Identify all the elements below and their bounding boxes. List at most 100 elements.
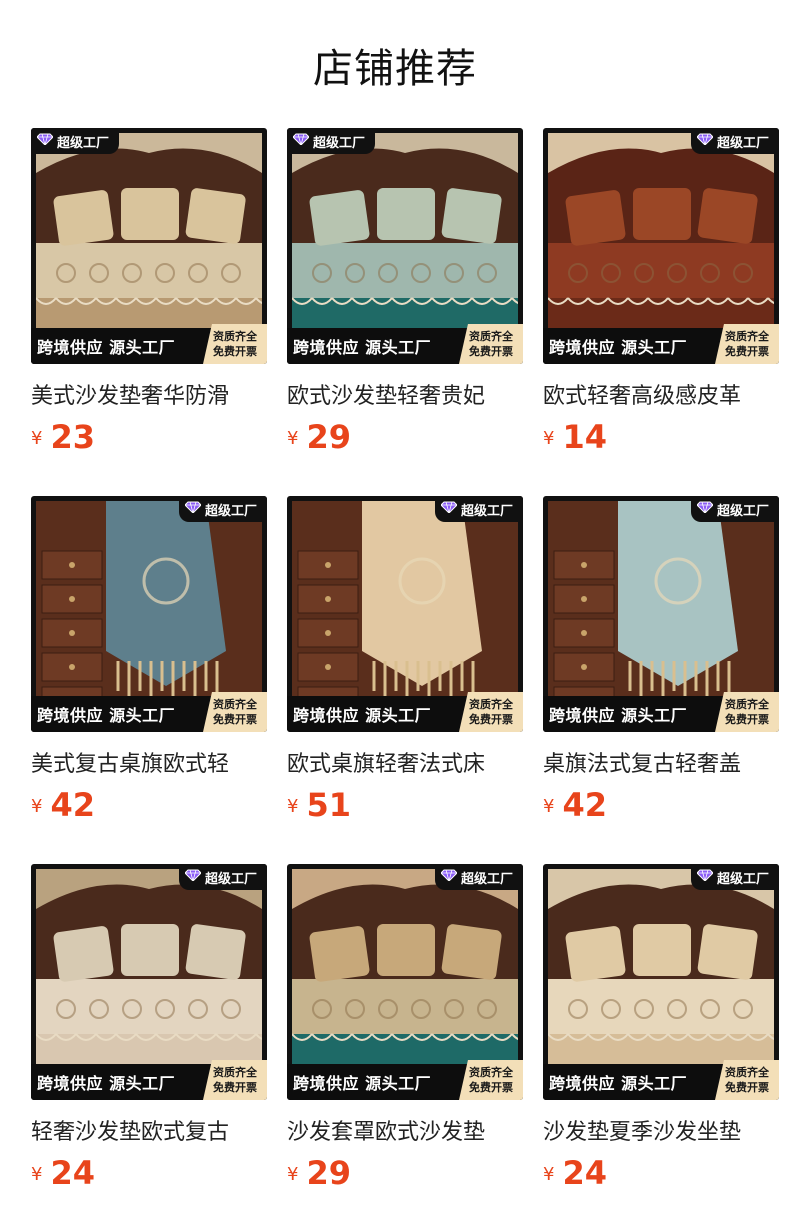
- currency-symbol: ¥: [287, 428, 299, 449]
- promo-banner: 跨境供应 源头工厂 资质齐全 免费开票: [31, 692, 267, 732]
- product-image[interactable]: 超级工厂 跨境供应 源头工厂 资质齐全 免费开票: [543, 496, 779, 732]
- banner-label: 跨境供应 源头工厂: [293, 706, 432, 725]
- product-card[interactable]: 超级工厂 跨境供应 源头工厂 资质齐全 免费开票 沙发套罩欧式沙发垫 ¥29: [287, 864, 523, 1204]
- currency-symbol: ¥: [31, 428, 43, 449]
- qualification-tag: 资质齐全 免费开票: [203, 324, 267, 364]
- tag-line-1: 资质齐全: [213, 1066, 257, 1079]
- qualification-tag: 资质齐全 免费开票: [459, 692, 523, 732]
- qualification-tag: 资质齐全 免费开票: [459, 324, 523, 364]
- product-title[interactable]: 欧式桌旗轻奢法式床: [287, 746, 523, 776]
- product-image[interactable]: 超级工厂 跨境供应 源头工厂 资质齐全 免费开票: [287, 128, 523, 364]
- product-image[interactable]: 超级工厂 跨境供应 源头工厂 资质齐全 免费开票: [543, 864, 779, 1100]
- banner-label: 跨境供应 源头工厂: [549, 1074, 688, 1093]
- promo-banner: 跨境供应 源头工厂 资质齐全 免费开票: [31, 324, 267, 364]
- product-image[interactable]: 超级工厂 跨境供应 源头工厂 资质齐全 免费开票: [31, 864, 267, 1100]
- product-card[interactable]: 超级工厂 跨境供应 源头工厂 资质齐全 免费开票 轻奢沙发垫欧式复古 ¥24: [31, 864, 267, 1204]
- product-title[interactable]: 轻奢沙发垫欧式复古: [31, 1114, 267, 1144]
- super-factory-badge: 超级工厂: [179, 864, 267, 890]
- tag-line-1: 资质齐全: [725, 1066, 769, 1079]
- banner-label: 跨境供应 源头工厂: [37, 1074, 176, 1093]
- banner-label: 跨境供应 源头工厂: [549, 338, 688, 357]
- product-image[interactable]: 超级工厂 跨境供应 源头工厂 资质齐全 免费开票: [543, 128, 779, 364]
- diamond-icon: [293, 133, 309, 149]
- currency-symbol: ¥: [31, 796, 43, 817]
- product-title[interactable]: 桌旗法式复古轻奢盖: [543, 746, 779, 776]
- badge-label: 超级工厂: [717, 871, 770, 887]
- product-title[interactable]: 沙发套罩欧式沙发垫: [287, 1114, 523, 1144]
- product-image[interactable]: 超级工厂 跨境供应 源头工厂 资质齐全 免费开票: [31, 496, 267, 732]
- tag-line-1: 资质齐全: [469, 1066, 513, 1079]
- banner-label: 跨境供应 源头工厂: [549, 706, 688, 725]
- badge-label: 超级工厂: [717, 503, 770, 519]
- product-price: ¥42: [31, 786, 95, 826]
- diamond-icon: [697, 501, 713, 517]
- banner-label: 跨境供应 源头工厂: [293, 338, 432, 357]
- tag-line-1: 资质齐全: [213, 698, 257, 711]
- price-value: 29: [306, 418, 351, 456]
- tag-line-2: 免费开票: [469, 713, 513, 726]
- tag-line-2: 免费开票: [469, 345, 513, 358]
- tag-line-1: 资质齐全: [725, 698, 769, 711]
- product-image[interactable]: 超级工厂 跨境供应 源头工厂 资质齐全 免费开票: [287, 864, 523, 1100]
- product-title[interactable]: 沙发垫夏季沙发坐垫: [543, 1114, 779, 1144]
- super-factory-badge: 超级工厂: [435, 864, 523, 890]
- diamond-icon: [697, 133, 713, 149]
- price-value: 24: [562, 1154, 607, 1192]
- product-price: ¥23: [31, 418, 95, 458]
- product-card[interactable]: 超级工厂 跨境供应 源头工厂 资质齐全 免费开票 桌旗法式复古轻奢盖 ¥42: [543, 496, 779, 836]
- product-price: ¥14: [543, 418, 607, 458]
- promo-banner: 跨境供应 源头工厂 资质齐全 免费开票: [287, 692, 523, 732]
- product-card[interactable]: 超级工厂 跨境供应 源头工厂 资质齐全 免费开票 欧式桌旗轻奢法式床 ¥51: [287, 496, 523, 836]
- super-factory-badge: 超级工厂: [31, 128, 119, 154]
- product-price: ¥29: [287, 418, 351, 458]
- diamond-icon: [697, 869, 713, 885]
- diamond-icon: [37, 133, 53, 149]
- tag-line-1: 资质齐全: [469, 330, 513, 343]
- product-price: ¥24: [543, 1154, 607, 1194]
- super-factory-badge: 超级工厂: [287, 128, 375, 154]
- promo-banner: 跨境供应 源头工厂 资质齐全 免费开票: [543, 1060, 779, 1100]
- promo-banner: 跨境供应 源头工厂 资质齐全 免费开票: [543, 692, 779, 732]
- product-card[interactable]: 超级工厂 跨境供应 源头工厂 资质齐全 免费开票 美式沙发垫奢华防滑 ¥23: [31, 128, 267, 468]
- banner-label: 跨境供应 源头工厂: [37, 338, 176, 357]
- promo-banner: 跨境供应 源头工厂 资质齐全 免费开票: [31, 1060, 267, 1100]
- product-card[interactable]: 超级工厂 跨境供应 源头工厂 资质齐全 免费开票 欧式沙发垫轻奢贵妃 ¥29: [287, 128, 523, 468]
- product-title[interactable]: 美式复古桌旗欧式轻: [31, 746, 267, 776]
- product-card[interactable]: 超级工厂 跨境供应 源头工厂 资质齐全 免费开票 美式复古桌旗欧式轻 ¥42: [31, 496, 267, 836]
- product-image[interactable]: 超级工厂 跨境供应 源头工厂 资质齐全 免费开票: [31, 128, 267, 364]
- product-price: ¥24: [31, 1154, 95, 1194]
- product-card[interactable]: 超级工厂 跨境供应 源头工厂 资质齐全 免费开票 沙发垫夏季沙发坐垫 ¥24: [543, 864, 779, 1204]
- qualification-tag: 资质齐全 免费开票: [715, 324, 779, 364]
- price-value: 42: [562, 786, 607, 824]
- currency-symbol: ¥: [543, 428, 555, 449]
- product-title[interactable]: 欧式轻奢高级感皮革: [543, 378, 779, 408]
- badge-label: 超级工厂: [461, 871, 514, 887]
- super-factory-badge: 超级工厂: [691, 496, 779, 522]
- currency-symbol: ¥: [287, 796, 299, 817]
- tag-line-2: 免费开票: [213, 713, 257, 726]
- qualification-tag: 资质齐全 免费开票: [715, 1060, 779, 1100]
- badge-label: 超级工厂: [205, 503, 258, 519]
- product-title[interactable]: 美式沙发垫奢华防滑: [31, 378, 267, 408]
- badge-label: 超级工厂: [205, 871, 258, 887]
- tag-line-1: 资质齐全: [469, 698, 513, 711]
- promo-banner: 跨境供应 源头工厂 资质齐全 免费开票: [543, 324, 779, 364]
- badge-label: 超级工厂: [313, 135, 366, 151]
- product-image[interactable]: 超级工厂 跨境供应 源头工厂 资质齐全 免费开票: [287, 496, 523, 732]
- badge-label: 超级工厂: [717, 135, 770, 151]
- badge-label: 超级工厂: [57, 135, 110, 151]
- qualification-tag: 资质齐全 免费开票: [459, 1060, 523, 1100]
- product-price: ¥51: [287, 786, 351, 826]
- super-factory-badge: 超级工厂: [435, 496, 523, 522]
- currency-symbol: ¥: [543, 796, 555, 817]
- tag-line-2: 免费开票: [213, 345, 257, 358]
- currency-symbol: ¥: [31, 1164, 43, 1185]
- tag-line-2: 免费开票: [213, 1081, 257, 1094]
- product-price: ¥29: [287, 1154, 351, 1194]
- product-price: ¥42: [543, 786, 607, 826]
- price-value: 51: [306, 786, 351, 824]
- product-title[interactable]: 欧式沙发垫轻奢贵妃: [287, 378, 523, 408]
- diamond-icon: [185, 869, 201, 885]
- product-card[interactable]: 超级工厂 跨境供应 源头工厂 资质齐全 免费开票 欧式轻奢高级感皮革 ¥14: [543, 128, 779, 468]
- super-factory-badge: 超级工厂: [691, 128, 779, 154]
